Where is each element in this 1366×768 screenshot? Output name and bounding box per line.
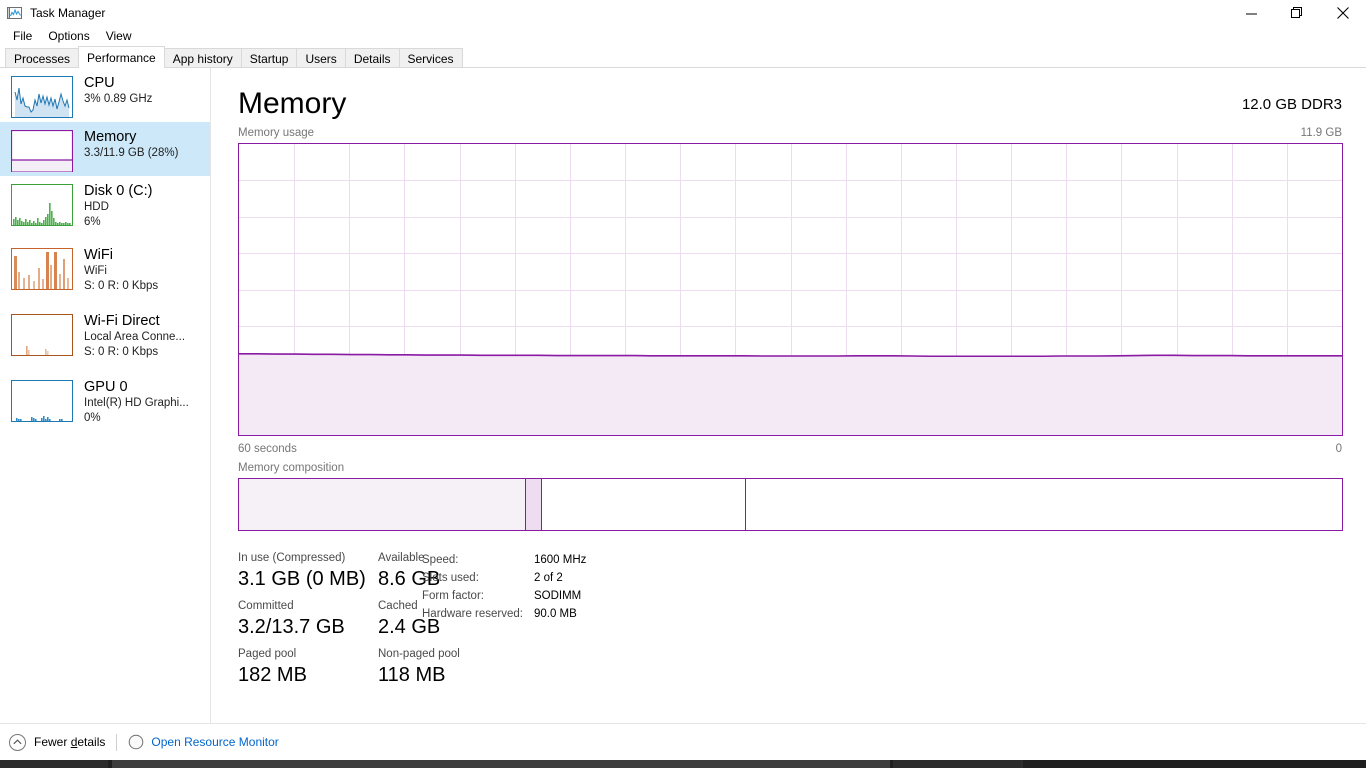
- stat-label: Non-paged pool: [378, 648, 460, 660]
- composition-segment-free[interactable]: [745, 479, 1342, 530]
- cpu-thumbnail-graph: [11, 76, 73, 118]
- stat-label: Paged pool: [238, 648, 297, 660]
- status-bar: Fewer details Open Resource Monitor: [0, 723, 1366, 760]
- sidebar-item-sub2: S: 0 R: 0 Kbps: [84, 346, 159, 358]
- sidebar-item-label: Wi-Fi Direct: [84, 313, 160, 329]
- memory-hardware-summary: 12.0 GB DDR3: [1241, 96, 1342, 113]
- sidebar-item-memory[interactable]: Memory 3.3/11.9 GB (28%): [0, 122, 210, 176]
- spec-value: SODIMM: [533, 590, 582, 602]
- resource-monitor-icon: [128, 734, 144, 750]
- fewer-details-button[interactable]: Fewer details: [9, 733, 106, 751]
- gpu-thumbnail-graph: [11, 380, 73, 422]
- memory-specs: Speed: 1600 MHz Slots used: 2 of 2 Form …: [422, 551, 586, 623]
- sidebar-item-label: WiFi: [84, 247, 113, 263]
- composition-segment-standby[interactable]: [541, 479, 746, 530]
- close-button[interactable]: [1320, 0, 1366, 26]
- taskbar-sliver: [0, 760, 1366, 768]
- sidebar-item-sub2: S: 0 R: 0 Kbps: [84, 280, 159, 292]
- task-manager-icon: [7, 5, 23, 21]
- stat-value: 182 MB: [238, 664, 307, 686]
- memory-composition-bar[interactable]: [238, 478, 1343, 531]
- window-controls: [1228, 0, 1366, 26]
- taskbar-apps-region: [112, 760, 890, 768]
- maximize-button[interactable]: [1274, 0, 1320, 26]
- tab-details[interactable]: Details: [344, 48, 400, 68]
- sidebar-item-sub1: Intel(R) HD Graphi...: [84, 397, 189, 409]
- performance-detail-panel: Memory 12.0 GB DDR3 Memory usage 11.9 GB…: [212, 68, 1366, 723]
- tab-startup[interactable]: Startup: [240, 48, 298, 68]
- stat-value: 3.2/13.7 GB: [238, 616, 345, 638]
- sidebar-item-wifi[interactable]: WiFi WiFi S: 0 R: 0 Kbps: [0, 240, 210, 306]
- stat-label: Committed: [238, 600, 294, 612]
- open-resource-monitor-label: Open Resource Monitor: [151, 735, 279, 749]
- spec-value: 2 of 2: [533, 572, 563, 584]
- sidebar-item-label: CPU: [84, 75, 115, 91]
- minimize-button[interactable]: [1228, 0, 1274, 26]
- spec-value: 90.0 MB: [533, 608, 577, 620]
- menu-file[interactable]: File: [5, 28, 40, 44]
- memory-usage-graph: [238, 143, 1343, 436]
- tab-bar: Processes Performance App history Startu…: [0, 46, 1366, 68]
- graph-x-left-label: 60 seconds: [238, 443, 297, 455]
- sidebar-item-label: Disk 0 (C:): [84, 183, 153, 199]
- tab-app-history[interactable]: App history: [163, 48, 242, 68]
- graph-y-max-label: 11.9 GB: [1300, 127, 1342, 139]
- fewer-details-label: Fewer details: [34, 735, 106, 749]
- sidebar-item-cpu[interactable]: CPU 3% 0.89 GHz: [0, 68, 210, 122]
- sidebar-item-gpu0[interactable]: GPU 0 Intel(R) HD Graphi... 0%: [0, 372, 210, 438]
- spec-key: Form factor:: [422, 590, 484, 602]
- performance-sidebar: CPU 3% 0.89 GHz Memory 3.3/11.9 GB (28%): [0, 68, 211, 723]
- tab-services[interactable]: Services: [398, 48, 463, 68]
- sidebar-item-sub2: 6%: [84, 216, 101, 228]
- graph-x-right-label: 0: [1335, 443, 1342, 455]
- sidebar-item-sub1: WiFi: [84, 265, 107, 277]
- memory-thumbnail-graph: [11, 130, 73, 172]
- disk-thumbnail-graph: [11, 184, 73, 226]
- tab-processes[interactable]: Processes: [5, 48, 80, 68]
- page-title: Memory: [238, 87, 347, 120]
- sidebar-item-wifi-direct[interactable]: Wi-Fi Direct Local Area Conne... S: 0 R:…: [0, 306, 210, 372]
- sidebar-item-sub1: 3.3/11.9 GB (28%): [84, 147, 179, 159]
- tab-users[interactable]: Users: [296, 48, 346, 68]
- open-resource-monitor-button[interactable]: Open Resource Monitor: [128, 734, 279, 750]
- wifi-thumbnail-graph: [11, 248, 73, 290]
- composition-segment-modified[interactable]: [524, 479, 542, 530]
- sidebar-item-sub1: HDD: [84, 201, 109, 213]
- composition-caption: Memory composition: [238, 462, 345, 474]
- window-title: Task Manager: [30, 6, 106, 20]
- tab-performance[interactable]: Performance: [78, 46, 165, 68]
- spec-key: Slots used:: [422, 572, 479, 584]
- graph-caption: Memory usage: [238, 127, 315, 139]
- menu-options[interactable]: Options: [40, 28, 97, 44]
- sidebar-item-sub1: 3% 0.89 GHz: [84, 93, 153, 105]
- menu-bar: File Options View: [0, 26, 1366, 46]
- taskbar-start-region: [0, 760, 108, 768]
- sidebar-item-label: GPU 0: [84, 379, 128, 395]
- spec-key: Hardware reserved:: [422, 608, 523, 620]
- stat-value: 118 MB: [378, 664, 446, 686]
- taskbar-tray-region: [893, 760, 1023, 768]
- sidebar-item-label: Memory: [84, 129, 137, 145]
- wifi-direct-thumbnail-graph: [11, 314, 73, 356]
- stat-label: In use (Compressed): [238, 552, 346, 564]
- spec-value: 1600 MHz: [533, 554, 587, 566]
- menu-view[interactable]: View: [98, 28, 140, 44]
- composition-segment-in-use[interactable]: [239, 479, 525, 530]
- stat-value: 3.1 GB (0 MB): [238, 568, 366, 590]
- chevron-up-icon: [9, 733, 26, 751]
- sidebar-item-disk0[interactable]: Disk 0 (C:) HDD 6%: [0, 176, 210, 240]
- title-bar: Task Manager: [0, 0, 1366, 26]
- sidebar-item-sub2: 0%: [84, 412, 101, 424]
- spec-key: Speed:: [422, 554, 459, 566]
- footer-divider: [116, 733, 118, 751]
- sidebar-item-sub1: Local Area Conne...: [84, 331, 186, 343]
